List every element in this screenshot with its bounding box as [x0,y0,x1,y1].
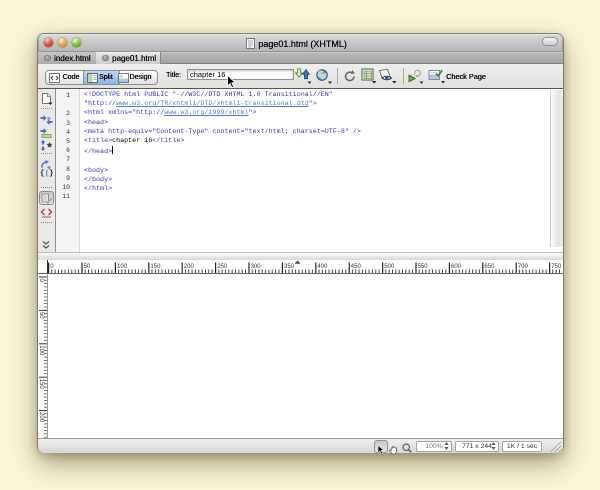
svg-text:550: 550 [418,264,429,270]
svg-text:0: 0 [38,279,44,283]
svg-text:600: 600 [451,264,462,270]
svg-text:450: 450 [351,264,362,270]
svg-text:150: 150 [150,264,161,270]
svg-text:250: 250 [217,264,228,270]
svg-text:700: 700 [518,264,529,270]
svg-text:200: 200 [38,412,44,423]
svg-text:200: 200 [184,264,195,270]
svg-text:500: 500 [384,264,395,270]
svg-text:650: 650 [484,264,495,270]
svg-text:50: 50 [84,264,91,270]
svg-text:50: 50 [38,312,44,319]
svg-text:300: 300 [251,264,262,270]
svg-text:100: 100 [38,345,44,356]
svg-text:750: 750 [551,264,562,270]
svg-text:100: 100 [117,264,128,270]
svg-text:150: 150 [38,379,44,390]
svg-text:0: 0 [50,264,54,270]
svg-text:400: 400 [317,264,328,270]
svg-text:350: 350 [284,264,295,270]
